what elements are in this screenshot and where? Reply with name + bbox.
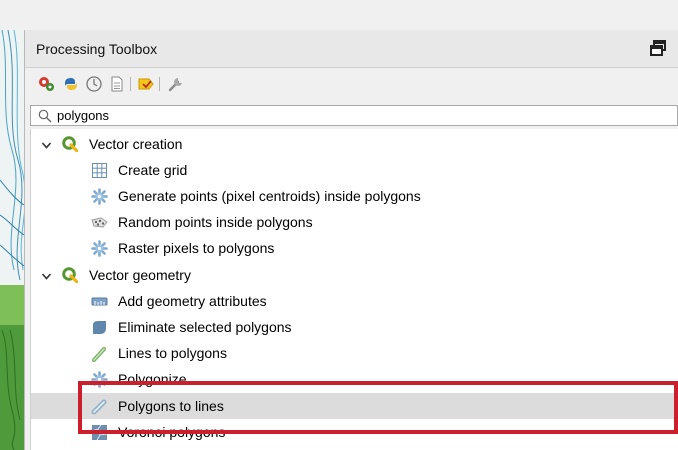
qgis-icon bbox=[62, 267, 79, 284]
window-top-strip bbox=[0, 0, 678, 30]
geometry-attributes-icon bbox=[91, 293, 108, 310]
tree-item-label: Eliminate selected polygons bbox=[118, 319, 292, 335]
search-input[interactable] bbox=[57, 107, 657, 124]
undock-panel-button[interactable] bbox=[649, 39, 667, 57]
tree-item-label: Lines to polygons bbox=[118, 345, 227, 361]
undock-icon bbox=[650, 40, 666, 56]
tree-group-vector-geometry[interactable]: Vector geometry bbox=[31, 262, 678, 288]
history-icon[interactable] bbox=[85, 75, 103, 93]
edit-features-icon[interactable] bbox=[137, 75, 155, 93]
algorithm-gear-icon bbox=[91, 240, 108, 257]
toolbar-separator bbox=[159, 77, 160, 91]
tree-item-random-points[interactable]: Random points inside polygons bbox=[31, 209, 678, 235]
search-bar[interactable] bbox=[30, 105, 678, 126]
tree-item-label: Raster pixels to polygons bbox=[118, 240, 275, 256]
tree-item-create-grid[interactable]: Create grid bbox=[31, 157, 678, 183]
options-icon[interactable] bbox=[167, 75, 185, 93]
tree-item-generate-points[interactable]: Generate points (pixel centroids) inside… bbox=[31, 183, 678, 209]
toolbox-toolbar bbox=[25, 68, 678, 98]
tree-group-label: Vector geometry bbox=[89, 267, 191, 283]
map-canvas-edge[interactable] bbox=[0, 30, 25, 450]
tree-group-vector-creation[interactable]: Vector creation bbox=[31, 131, 678, 157]
map-contours bbox=[0, 30, 24, 450]
tree-item-lines-to-polygons[interactable]: Lines to polygons bbox=[31, 340, 678, 366]
grid-icon bbox=[91, 162, 108, 179]
panel-title-bar: Processing Toolbox bbox=[25, 30, 678, 68]
tree-group-label: Vector creation bbox=[89, 136, 183, 152]
annotation-highlight-box bbox=[78, 381, 678, 434]
search-icon bbox=[38, 109, 52, 123]
tree-item-label: Add geometry attributes bbox=[118, 293, 267, 309]
tree-item-eliminate-selected-polygons[interactable]: Eliminate selected polygons bbox=[31, 314, 678, 340]
python-scripts-icon[interactable] bbox=[62, 75, 80, 93]
tree-item-add-geometry-attributes[interactable]: Add geometry attributes bbox=[31, 288, 678, 314]
algorithm-gear-icon bbox=[91, 188, 108, 205]
tree-item-label: Create grid bbox=[118, 162, 188, 178]
panel-title: Processing Toolbox bbox=[36, 41, 158, 57]
tree-item-label: Generate points (pixel centroids) inside… bbox=[118, 188, 421, 204]
results-viewer-icon[interactable] bbox=[108, 75, 126, 93]
tree-item-label: Random points inside polygons bbox=[118, 214, 313, 230]
toolbar-separator bbox=[130, 77, 131, 91]
chevron-down-icon[interactable] bbox=[41, 138, 52, 149]
lines-to-polygons-icon bbox=[91, 345, 108, 362]
random-points-icon bbox=[91, 214, 108, 231]
tree-item-raster-pixels-to-polygons[interactable]: Raster pixels to polygons bbox=[31, 235, 678, 261]
eliminate-polygons-icon bbox=[91, 319, 108, 336]
models-icon[interactable] bbox=[37, 75, 55, 93]
chevron-down-icon[interactable] bbox=[41, 269, 52, 280]
qgis-icon bbox=[62, 136, 79, 153]
